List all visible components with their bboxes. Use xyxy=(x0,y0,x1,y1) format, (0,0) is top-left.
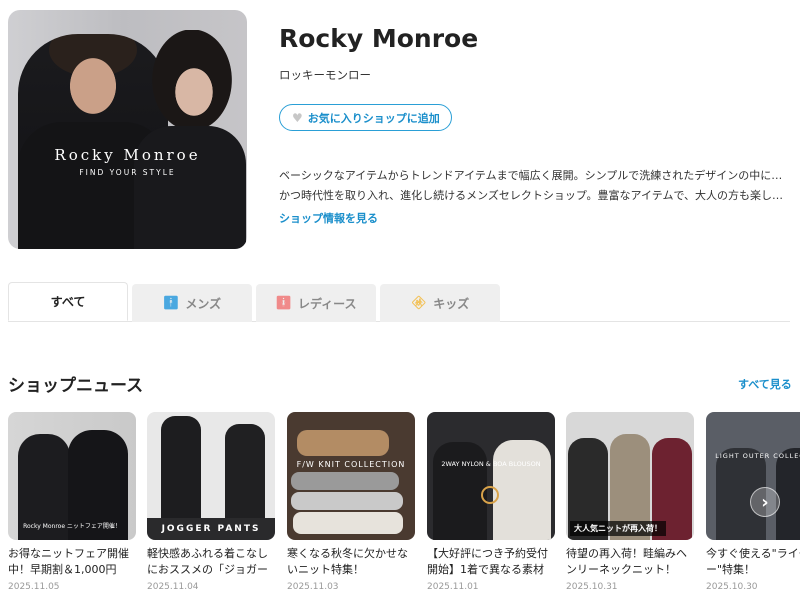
news-date: 2025.11.05 xyxy=(8,582,60,592)
shop-info-link[interactable]: ショップ情報を見る xyxy=(279,210,378,226)
news-date: 2025.11.01 xyxy=(427,582,479,592)
news-date: 2025.11.04 xyxy=(147,582,199,592)
add-favorite-shop-button[interactable]: ♥ お気に入りショップに追加 xyxy=(279,104,452,131)
shop-description: ベーシックなアイテムからトレンドアイテムまで幅広く展開。シンプルで洗練されたデザ… xyxy=(279,166,791,206)
news-card[interactable]: JOGGER PANTS 軽快感あふれる着こなしにおススメの「ジョガーパ… 20… xyxy=(147,412,275,592)
news-date: 2025.10.30 xyxy=(706,582,758,592)
heart-icon: ♥ xyxy=(292,110,303,125)
news-overlay-text: 2WAY NYLON & BOA BLOUSON xyxy=(441,460,541,468)
news-thumbnail: F/W KNIT COLLECTION xyxy=(287,412,415,540)
chevron-right-icon: › xyxy=(761,491,769,513)
news-title: 寒くなる秋冬に欠かせないニット特集！ xyxy=(287,547,408,576)
hero-tagline: FIND YOUR STYLE xyxy=(79,168,176,177)
tab-ladies[interactable]: 🚺︎ レディース xyxy=(256,284,376,322)
news-thumbnail: Rocky Monroe ニットフェア開催！ xyxy=(8,412,136,540)
description-line-1: ベーシックなアイテムからトレンドアイテムまで幅広く展開。シンプルで洗練されたデザ… xyxy=(279,169,791,182)
news-overlay-text: 大人気ニットが再入荷！ xyxy=(570,521,666,536)
shop-title: Rocky Monroe xyxy=(279,24,479,53)
shop-news-heading: ショップニュース xyxy=(8,376,144,396)
model-woman xyxy=(132,30,246,249)
news-carousel: Rocky Monroe ニットフェア開催！ お得なニットフェア開催中！早期割＆… xyxy=(8,412,800,602)
news-thumbnail: 大人気ニットが再入荷！ xyxy=(566,412,694,540)
news-card[interactable]: F/W KNIT COLLECTION 寒くなる秋冬に欠かせないニット特集！ 2… xyxy=(287,412,415,592)
news-thumbnail: JOGGER PANTS xyxy=(147,412,275,540)
news-title: 今すぐ使える"ライター"特集！ xyxy=(706,547,800,576)
news-title: 待望の再入荷！畦編みヘンリーネックニット！ xyxy=(566,547,687,576)
carousel-next-button[interactable]: › xyxy=(750,487,780,517)
see-all-news-link[interactable]: すべて見る xyxy=(738,376,792,392)
tab-all[interactable]: すべて xyxy=(8,282,128,321)
description-line-2: かつ時代性を取り入れ、進化し続けるメンズセレクトショップ。豊富なアイテムで、大人… xyxy=(279,189,791,202)
news-title: お得なニットフェア開催中！早期割＆1,000円ク… xyxy=(8,547,129,576)
news-overlay-text: Rocky Monroe ニットフェア開催！ xyxy=(23,523,121,530)
female-icon: 🚺︎ xyxy=(275,295,292,311)
male-icon: 🚹︎ xyxy=(162,295,180,311)
news-overlay-text: LIGHT OUTER COLLECTION xyxy=(715,452,800,460)
news-overlay-text: JOGGER PANTS xyxy=(161,524,261,534)
news-card[interactable]: 大人気ニットが再入荷！ 待望の再入荷！畦編みヘンリーネックニット！ 2025.1… xyxy=(566,412,694,592)
tab-all-label: すべて xyxy=(50,295,86,309)
tab-mens[interactable]: 🚹︎ メンズ xyxy=(132,284,252,322)
news-date: 2025.11.03 xyxy=(287,582,339,592)
hero-brand-logo: Rocky Monroe xyxy=(54,146,201,164)
tab-ladies-label: レディース xyxy=(297,296,357,311)
news-thumbnail: LIGHT OUTER COLLECTION xyxy=(706,412,800,540)
news-title: 軽快感あふれる着こなしにおススメの「ジョガーパ… xyxy=(147,547,268,576)
news-thumbnail: 2WAY NYLON & BOA BLOUSON xyxy=(427,412,555,540)
shop-kana: ロッキーモンロー xyxy=(279,68,371,82)
add-favorite-label: お気に入りショップに追加 xyxy=(307,111,440,125)
category-tabs: すべて 🚹︎ メンズ 🚺︎ レディース 🚸︎ キッズ xyxy=(8,282,790,322)
news-card[interactable]: Rocky Monroe ニットフェア開催！ お得なニットフェア開催中！早期割＆… xyxy=(8,412,136,592)
tab-kids[interactable]: 🚸︎ キッズ xyxy=(380,284,500,322)
shop-hero-image: Rocky Monroe FIND YOUR STYLE xyxy=(8,10,247,249)
kids-icon: 🚸︎ xyxy=(410,295,428,311)
news-date: 2025.10.31 xyxy=(566,582,618,592)
news-overlay-text: F/W KNIT COLLECTION xyxy=(296,460,406,469)
news-card[interactable]: 2WAY NYLON & BOA BLOUSON 【大好評につき予約受付開始】1… xyxy=(427,412,555,592)
tab-kids-label: キッズ xyxy=(433,296,470,311)
news-title: 【大好評につき予約受付開始】1着で異なる素材と… xyxy=(427,547,548,576)
tab-mens-label: メンズ xyxy=(185,296,222,311)
